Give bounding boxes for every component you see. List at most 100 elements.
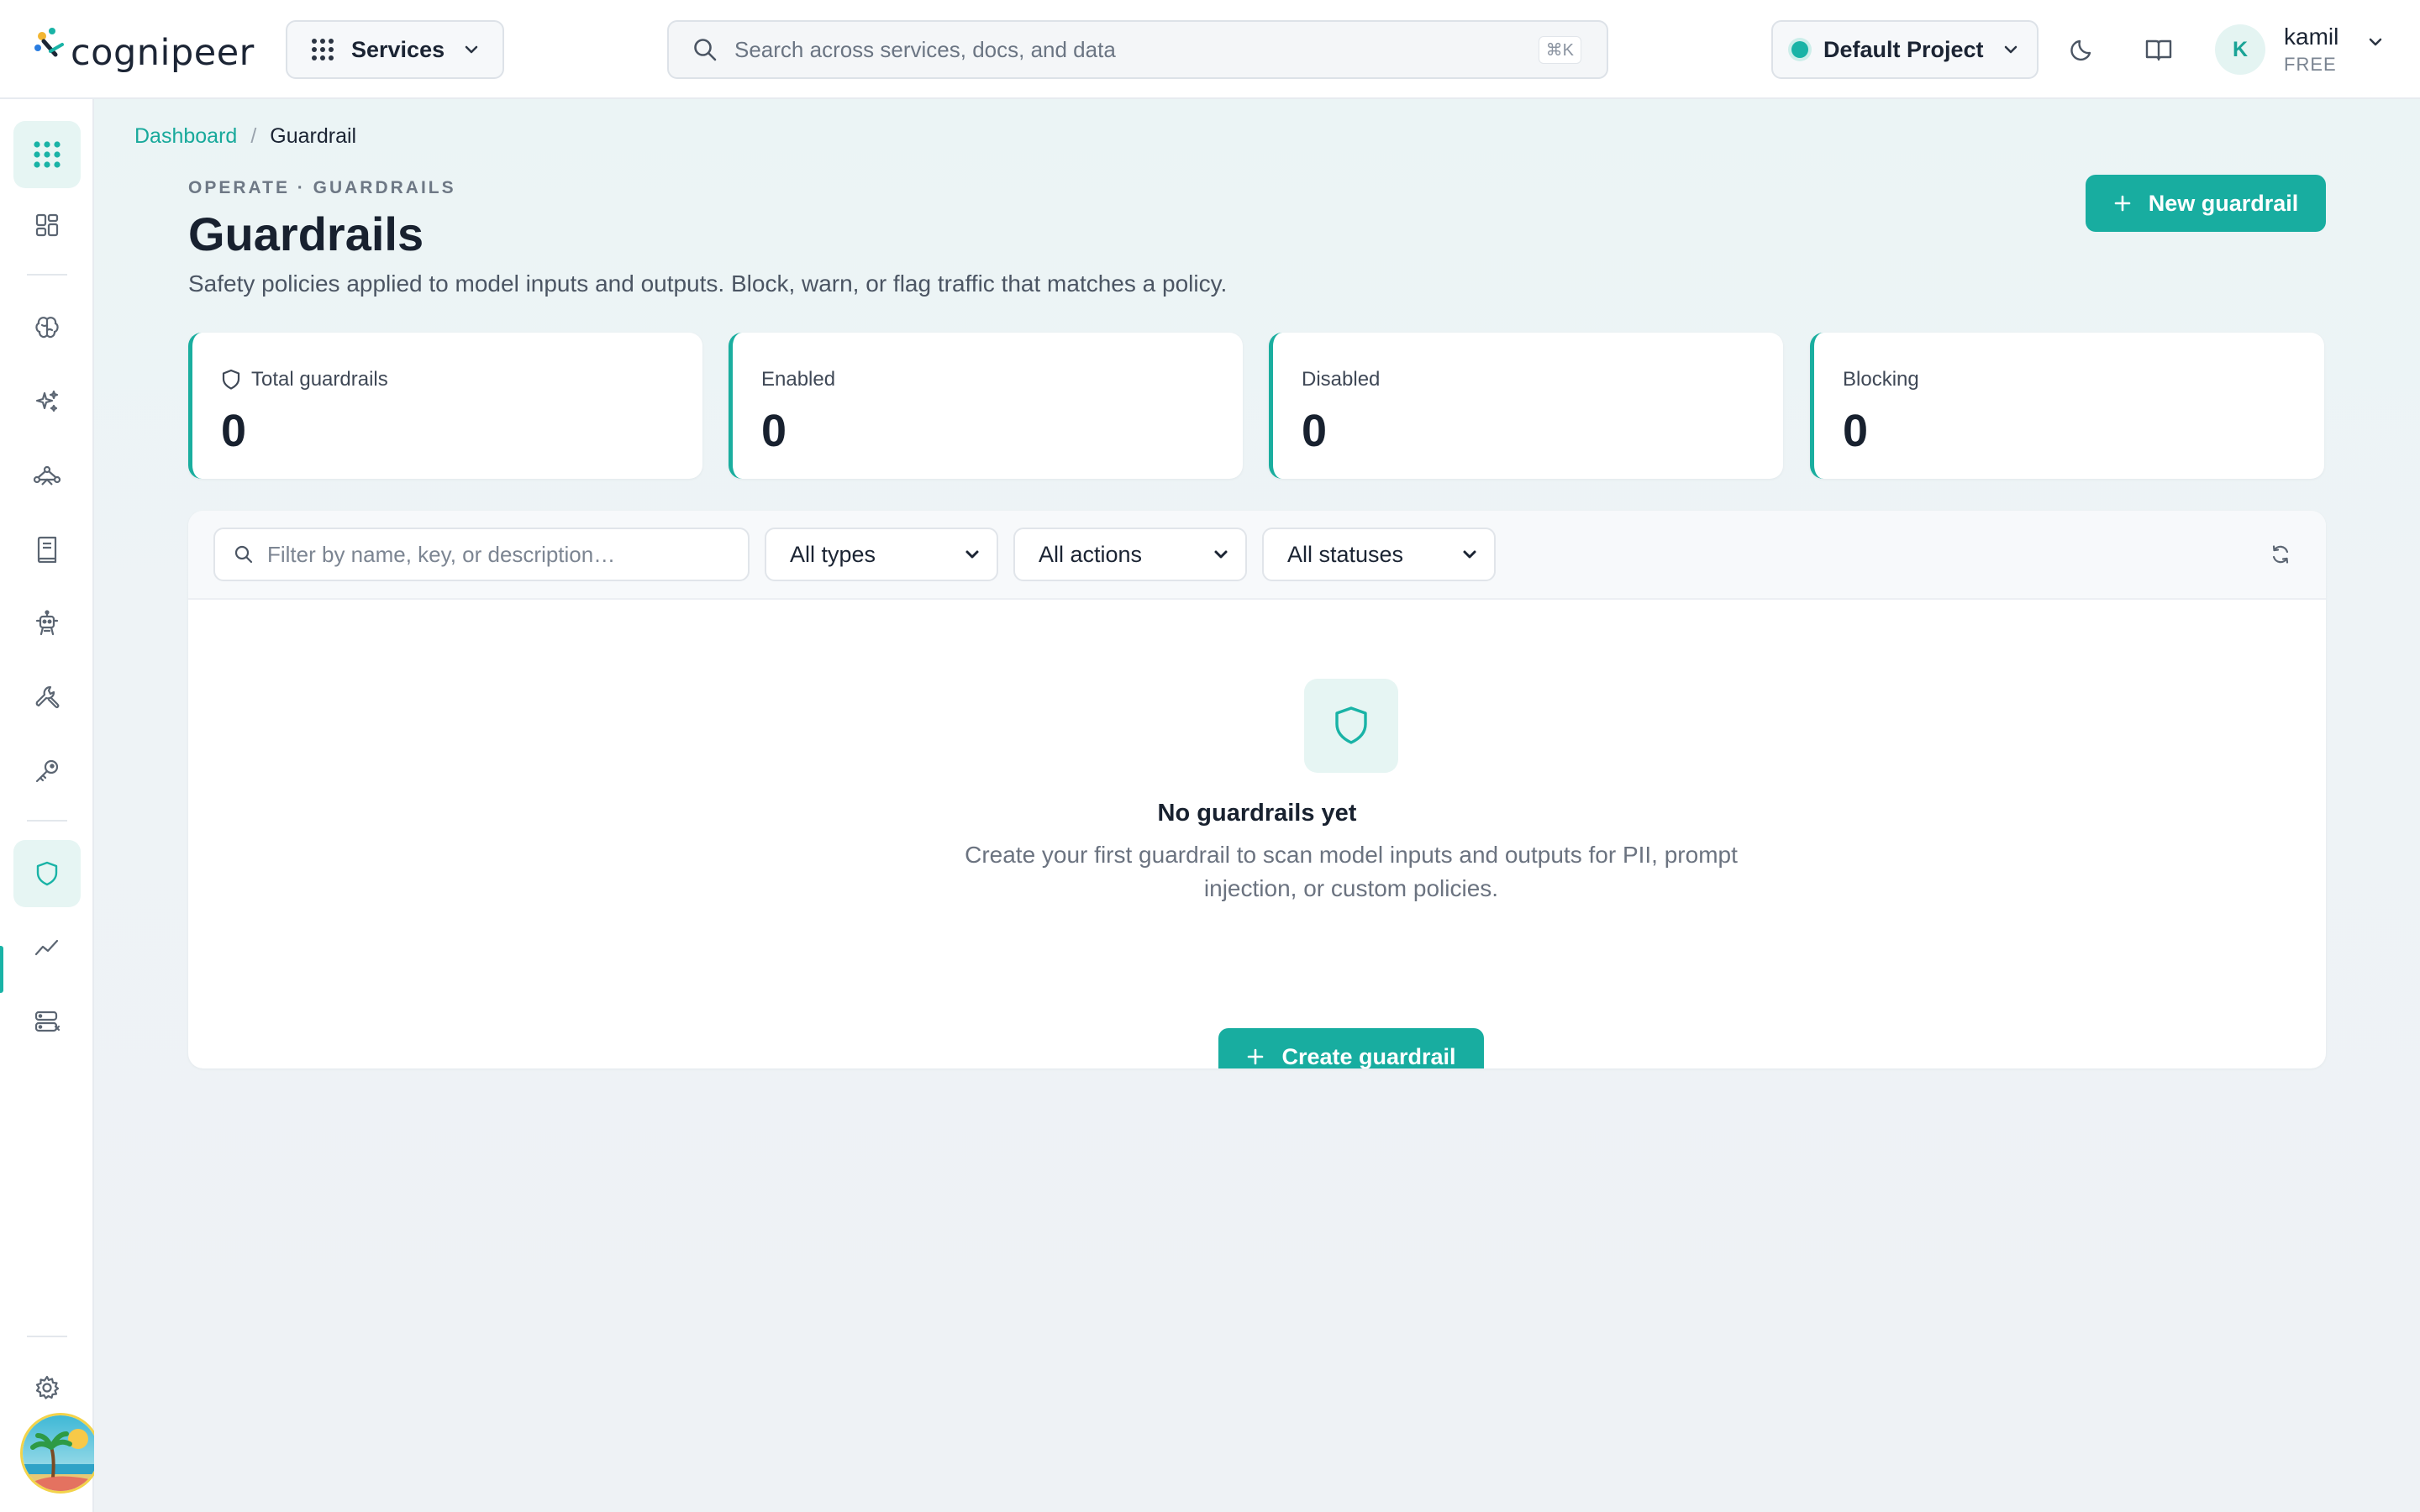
search-icon [234,545,253,564]
user-info: kamil FREE [2284,24,2338,76]
new-guardrail-button[interactable]: New guardrail [2086,175,2326,232]
new-guardrail-label: New guardrail [2148,190,2299,216]
project-name: Default Project [1823,36,1984,62]
create-guardrail-button[interactable]: Create guardrail [1218,1028,1484,1068]
type-filter-select[interactable]: All types [765,528,998,581]
filter-bar: Filter by name, key, or description… All… [188,511,2326,600]
search-shortcut-badge: ⌘K [1538,35,1581,64]
page-title: Guardrails [188,207,424,260]
apps-grid-icon [34,141,60,168]
breadcrumb-current: Guardrail [270,124,357,148]
stat-label-text: Total guardrails [251,368,388,391]
sidebar-item-knowledge[interactable] [13,516,81,583]
refresh-icon [2272,545,2289,564]
action-filter-select[interactable]: All actions [1013,528,1247,581]
gear-icon [35,1375,60,1399]
stat-label: Blocking [1843,368,1919,391]
chevron-down-icon [465,45,478,54]
stat-label: Disabled [1302,368,1381,391]
sidebar-divider [27,274,67,276]
page-eyebrow: OPERATE · GUARDRAILS [188,178,456,197]
sidebar-item-guardrails[interactable] [13,840,81,907]
main-content: Dashboard / Guardrail OPERATE · GUARDRAI… [94,99,2420,1512]
project-status-dot [1791,41,1808,58]
dashboard-icon [35,213,59,237]
stat-label: Enabled [761,368,836,391]
sidebar-active-indicator [0,946,3,993]
cognipeer-logo-icon [34,28,64,57]
sidebar-divider [27,820,67,822]
stat-value: 0 [221,406,247,456]
search-placeholder: Search across services, docs, and data [734,36,1116,62]
sidebar-item-agents[interactable] [13,590,81,657]
avatar: K [2215,24,2265,75]
chevron-down-icon [2370,38,2382,46]
top-bar: cognipeer Services Search across service… [0,0,2420,99]
sidebar-item-analytics[interactable] [13,914,81,981]
stat-card-total: Total guardrails 0 [188,333,702,479]
plus-icon [2114,195,2131,212]
stat-value: 0 [1302,406,1328,456]
action-filter-value: All actions [1039,541,1143,567]
shield-icon [1335,706,1367,744]
search-icon [694,39,717,61]
refresh-button[interactable] [2264,538,2297,571]
book-icon [37,536,57,563]
brain-icon [35,317,59,339]
filter-search-placeholder: Filter by name, key, or description… [267,541,616,567]
sidebar-item-api-keys[interactable] [13,738,81,805]
sidebar-item-ai[interactable] [13,368,81,435]
sidebar-item-tools[interactable] [13,664,81,731]
status-filter-value: All statuses [1287,541,1404,567]
breadcrumb: Dashboard / Guardrail [134,124,356,149]
project-selector[interactable]: Default Project [1771,20,2039,79]
shield-icon [222,369,240,390]
sidebar [0,99,101,1512]
dark-mode-toggle[interactable] [2064,30,2102,69]
stat-label: Total guardrails [221,368,388,391]
tools-icon [35,685,60,709]
services-menu-button[interactable]: Services [286,20,504,79]
chevron-down-icon [2004,45,2017,54]
sidebar-item-data[interactable] [13,988,81,1055]
services-label: Services [351,36,445,62]
empty-state-icon-tile [1304,679,1398,773]
breadcrumb-dashboard-link[interactable]: Dashboard [134,124,237,149]
status-filter-select[interactable]: All statuses [1262,528,1496,581]
empty-state-description: Create your first guardrail to scan mode… [965,842,1738,901]
sidebar-divider [27,1336,67,1337]
global-search-input[interactable]: Search across services, docs, and data ⌘… [667,20,1608,79]
sidebar-item-dashboard[interactable] [13,192,81,259]
user-name: kamil [2284,24,2339,50]
key-icon [35,759,59,783]
trend-icon [34,939,59,956]
guardrails-panel: Filter by name, key, or description… All… [188,511,2326,1068]
database-icon [34,1011,60,1032]
sidebar-item-settings[interactable] [13,1354,81,1421]
stat-card-disabled: Disabled 0 [1269,333,1783,479]
empty-state-title: No guardrails yet [1157,800,1357,827]
docs-button[interactable] [2139,30,2178,69]
user-plan-badge: FREE [2284,54,2337,75]
stat-card-enabled: Enabled 0 [729,333,1243,479]
chevron-down-icon [1463,550,1476,559]
brand-logo[interactable]: cognipeer [34,22,255,76]
page-subtitle: Safety policies applied to model inputs … [188,270,1228,297]
create-guardrail-label: Create guardrail [1281,1043,1456,1069]
flow-icon [33,465,61,486]
breadcrumb-separator: / [250,124,257,148]
type-filter-value: All types [790,541,876,567]
filter-search-input[interactable]: Filter by name, key, or description… [213,528,750,581]
workspace-avatar[interactable] [20,1413,101,1494]
stat-value: 0 [1843,406,1869,456]
book-open-icon [2145,39,2172,61]
sidebar-item-flows[interactable] [13,442,81,509]
sidebar-item-models[interactable] [13,294,81,361]
chevron-down-icon [965,550,979,559]
user-menu[interactable]: K kamil FREE [2215,20,2384,79]
sidebar-item-apps[interactable] [13,121,81,188]
moon-icon [2070,39,2091,61]
stat-value: 0 [761,406,787,456]
plus-icon [1248,1048,1264,1065]
beach-avatar-icon [23,1415,98,1491]
